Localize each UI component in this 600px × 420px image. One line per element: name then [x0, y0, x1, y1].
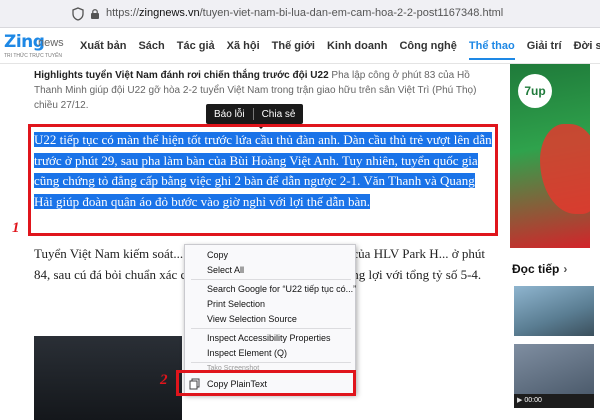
menu-item-inspect-accessibility[interactable]: Inspect Accessibility Properties: [207, 333, 331, 343]
nav-item-cong-nghe[interactable]: Công nghệ: [399, 40, 456, 52]
annotation-label-1: 1: [12, 220, 20, 236]
share-button[interactable]: Chia sẻ: [262, 109, 296, 120]
url-host: zingnews.vn: [139, 7, 200, 19]
menu-separator: [191, 328, 351, 329]
tooltip-divider: [252, 108, 254, 120]
report-error-button[interactable]: Báo lỗi: [214, 109, 245, 120]
sidebar-thumbnail[interactable]: [514, 344, 594, 394]
related-title[interactable]: Highlights tuyển Việt Nam đánh rơi chiến…: [34, 70, 329, 81]
url-text[interactable]: https://zingnews.vn/tuyen-viet-nam-bi-lu…: [106, 7, 503, 19]
read-more-label: Đọc tiếp: [512, 262, 560, 276]
zing-logo[interactable]: Zing news TRI THỨC TRỰC TUYẾN: [4, 32, 68, 60]
annotation-box-1: [28, 124, 498, 236]
nav-item-the-thao[interactable]: Thể thao: [468, 40, 515, 60]
nav-item-xuat-ban[interactable]: Xuất bản: [80, 40, 126, 52]
nav-item-giai-tri[interactable]: Giải trí: [527, 40, 562, 52]
menu-item-inspect-element[interactable]: Inspect Element (Q): [207, 348, 287, 358]
sidebar-thumbnail[interactable]: [514, 286, 594, 336]
nav-item-tac-gia[interactable]: Tác giả: [177, 40, 215, 52]
read-more-heading[interactable]: Đọc tiếp ›: [512, 262, 567, 276]
nav-item-doi-song[interactable]: Đời sống: [574, 40, 600, 52]
selection-tooltip: Báo lỗi Chia sẻ: [206, 104, 304, 129]
nav-item-sach[interactable]: Sách: [138, 40, 164, 52]
video-controls[interactable]: ▶ 00:00: [514, 394, 594, 408]
logo-tagline: TRI THỨC TRỰC TUYẾN: [4, 53, 62, 59]
menu-item-view-selection-source[interactable]: View Selection Source: [207, 314, 297, 324]
chevron-right-icon: ›: [563, 262, 568, 276]
ad-graphic: [540, 124, 590, 214]
menu-item-print-selection[interactable]: Print Selection: [207, 299, 265, 309]
annotation-label-2: 2: [160, 372, 168, 388]
menu-item-select-all[interactable]: Select All: [207, 265, 244, 275]
browser-url-bar[interactable]: https://zingnews.vn/tuyen-viet-nam-bi-lu…: [0, 0, 600, 28]
nav-menu: Xuất bản Sách Tác giả Xã hội Thế giới Ki…: [80, 28, 600, 64]
nav-item-the-gioi[interactable]: Thế giới: [272, 40, 315, 52]
menu-item-copy[interactable]: Copy: [207, 250, 228, 260]
sidebar-ad[interactable]: 7up: [510, 64, 590, 248]
shield-icon[interactable]: [72, 7, 84, 21]
play-icon[interactable]: ▶: [517, 397, 522, 404]
ad-brand-logo: 7up: [518, 74, 552, 108]
menu-item-search-google[interactable]: Search Google for “U22 tiếp tục có...”: [207, 284, 356, 294]
url-path: /tuyen-viet-nam-bi-lua-dan-em-cam-hoa-2-…: [199, 7, 504, 19]
menu-separator: [191, 279, 351, 280]
menu-separator: [191, 362, 351, 363]
url-scheme: https://: [106, 7, 140, 19]
site-navbar: Zing news TRI THỨC TRỰC TUYẾN Xuất bản S…: [0, 28, 600, 64]
nav-item-xa-hoi[interactable]: Xã hội: [227, 40, 260, 52]
nav-item-kinh-doanh[interactable]: Kinh doanh: [327, 40, 388, 52]
logo-news: news: [38, 37, 64, 49]
lock-icon: [91, 9, 99, 19]
annotation-box-2: [176, 370, 356, 396]
video-time: 00:00: [524, 397, 542, 404]
